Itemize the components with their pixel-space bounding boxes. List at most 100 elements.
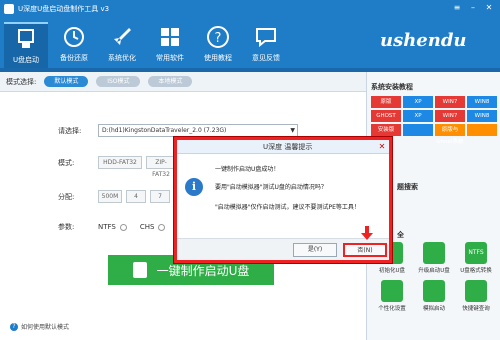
upgrade-icon <box>423 242 445 264</box>
no-button[interactable]: 否(N) <box>343 243 387 257</box>
tool-label: 备份还原 <box>60 54 88 62</box>
app-icon <box>4 4 14 14</box>
dialog-titlebar: U深度 温馨提示 ✕ <box>177 140 389 154</box>
info-icon: i <box>185 178 203 196</box>
dialog-title: U深度 温馨提示 <box>263 143 313 151</box>
clock-restore-icon <box>64 27 84 47</box>
mode-default-button[interactable]: 默认模式 <box>44 76 89 87</box>
pointer-arrow-icon <box>361 226 373 240</box>
minimize-button[interactable]: – <box>466 2 480 14</box>
os-tag[interactable]: WIN7 <box>435 96 465 108</box>
grid-apps-icon <box>161 28 179 46</box>
tool-feedback[interactable]: 意见反馈 <box>244 22 288 68</box>
tool-shortcut[interactable]: 快捷键查询 <box>455 280 497 312</box>
dialog-body: i 一键制作启动U盘成功！ 要用"启动模拟器"测试U盘的启动情况吗？ "启动模拟… <box>181 160 385 220</box>
ntfs-radio[interactable] <box>119 223 127 231</box>
os-tag[interactable]: WIN7 <box>435 110 465 122</box>
message-dialog: U深度 温馨提示 ✕ i 一键制作启动U盘成功！ 要用"启动模拟器"测试U盘的启… <box>174 137 392 263</box>
sidebar-search-title: 题搜索 <box>397 183 418 191</box>
tool-label: U盘启动 <box>12 56 40 64</box>
usb-drive-icon <box>18 29 34 48</box>
sidebar-install-title: 系统安装教程 <box>371 83 413 91</box>
menu-button[interactable]: ≡ <box>450 2 464 14</box>
device-select[interactable]: D:(hd1)KingstonDataTraveler_2.0 (7.23G) … <box>98 124 298 137</box>
tool-caption: 个性化设置 <box>378 306 406 312</box>
partition-value-button[interactable]: 4 <box>126 190 146 203</box>
tool-label: 系统优化 <box>108 54 136 62</box>
tool-simulate[interactable]: 模拟启动 <box>413 280 455 312</box>
chs-label: CHS <box>139 223 155 231</box>
tool-label: 意见反馈 <box>252 54 280 62</box>
title-bar: U深度U盘启动盘制作工具 v3 ≡ – ✕ <box>0 0 500 18</box>
chs-radio[interactable] <box>158 223 166 231</box>
tool-format-convert[interactable]: NTFS U盘格式转换 <box>455 242 497 274</box>
personalize-icon <box>381 280 403 302</box>
device-label: 请选择: <box>58 126 82 135</box>
sidebar-tools-title: 全 <box>397 231 404 239</box>
zip-fat32-option[interactable]: ZIP-FAT32 <box>146 156 176 178</box>
usb-drive-icon <box>132 262 147 278</box>
keyboard-icon <box>465 280 487 302</box>
close-icon[interactable]: ✕ <box>377 142 387 152</box>
os-tag[interactable]: WIN8 <box>467 96 497 108</box>
tool-system-optimize[interactable]: 系统优化 <box>100 22 144 68</box>
tool-usb-boot[interactable]: U盘启动 <box>4 22 48 68</box>
dialog-message-3: "启动模拟器"仅作启动测试，建议不要测试PE等工具！ <box>215 204 360 211</box>
tool-label: 使用教程 <box>204 54 232 62</box>
params-row: 参数: NTFS CHS <box>58 222 168 232</box>
tool-tutorial[interactable]: ? 使用教程 <box>196 22 240 68</box>
chat-bubble-icon <box>256 28 276 48</box>
mode-local-button[interactable]: 本地模式 <box>148 76 193 87</box>
partition-size-button[interactable]: 500M <box>98 190 122 203</box>
close-button[interactable]: ✕ <box>482 2 496 14</box>
partition-value-button[interactable]: 7 <box>150 190 170 203</box>
ntfs-label: NTFS <box>98 223 116 231</box>
partition-row: 分配: 500M 4 7 <box>58 190 174 203</box>
os-tag-grid: 原版 XP WIN7 WIN8 GHOST XP WIN7 WIN8 安装版 原版与Ghost系统 <box>371 96 497 145</box>
simulate-icon <box>423 280 445 302</box>
tool-caption: 模拟启动 <box>422 306 445 312</box>
os-tag[interactable]: XP <box>403 110 433 122</box>
help-icon: ? <box>10 322 18 331</box>
ntfs-icon: NTFS <box>465 242 487 264</box>
tool-caption: 升级启动U盘 <box>418 268 450 274</box>
os-tag[interactable]: 原版与Ghost系统 <box>435 124 465 145</box>
os-tag[interactable]: 原版 <box>371 96 401 108</box>
window-title: U深度U盘启动盘制作工具 v3 <box>18 5 110 13</box>
tool-caption: 快捷键查询 <box>462 306 490 312</box>
yes-button[interactable]: 是(Y) <box>293 243 337 257</box>
device-row: 请选择: D:(hd1)KingstonDataTraveler_2.0 (7.… <box>58 124 298 137</box>
os-tag[interactable]: WIN8 <box>467 110 497 122</box>
hdd-fat32-option[interactable]: HDD-FAT32 <box>98 156 142 169</box>
tool-backup-restore[interactable]: 备份还原 <box>52 22 96 68</box>
tool-personalize[interactable]: 个性化设置 <box>371 280 413 312</box>
tool-caption: U盘格式转换 <box>460 268 492 274</box>
tool-label: 常用软件 <box>156 54 184 62</box>
help-link-label: 如何使用默认模式 <box>21 324 70 331</box>
help-link[interactable]: ? 如何使用默认模式 <box>10 322 69 331</box>
make-bootable-label: 一键制作启动U盘 <box>156 263 250 278</box>
svg-text:?: ? <box>215 31 222 46</box>
os-tag[interactable]: XP <box>403 96 433 108</box>
os-tag[interactable] <box>467 124 497 136</box>
mode-row: 模式: HDD-FAT32 ZIP-FAT32 <box>58 156 180 178</box>
app-window: U深度U盘启动盘制作工具 v3 ≡ – ✕ U盘启动 备份还原 系统优化 常用软… <box>0 0 500 340</box>
chevron-down-icon: ▼ <box>290 127 295 134</box>
params-label: 参数: <box>58 223 75 231</box>
tool-common-software[interactable]: 常用软件 <box>148 22 192 68</box>
partition-label: 分配: <box>58 192 75 201</box>
mode-bar: 模式选择: 默认模式 ISO模式 本地模式 <box>0 72 366 92</box>
os-tag[interactable] <box>403 124 433 136</box>
device-value: D:(hd1)KingstonDataTraveler_2.0 (7.23G) <box>102 127 227 134</box>
question-icon: ? <box>207 26 229 48</box>
dialog-button-bar: 是(Y) 否(N) <box>177 238 389 260</box>
os-tag[interactable]: 安装版 <box>371 124 401 136</box>
mode-iso-button[interactable]: ISO模式 <box>96 76 141 87</box>
mode-label: 模式选择: <box>6 77 37 86</box>
tool-upgrade-usb[interactable]: 升级启动U盘 <box>413 242 455 274</box>
tool-caption: 初始化U盘 <box>378 268 406 274</box>
os-tag[interactable]: GHOST <box>371 110 401 122</box>
dialog-message-2: 要用"启动模拟器"测试U盘的启动情况吗？ <box>215 184 327 191</box>
mode-field-label: 模式: <box>58 158 75 167</box>
brand-logo: ushendu <box>380 30 467 51</box>
